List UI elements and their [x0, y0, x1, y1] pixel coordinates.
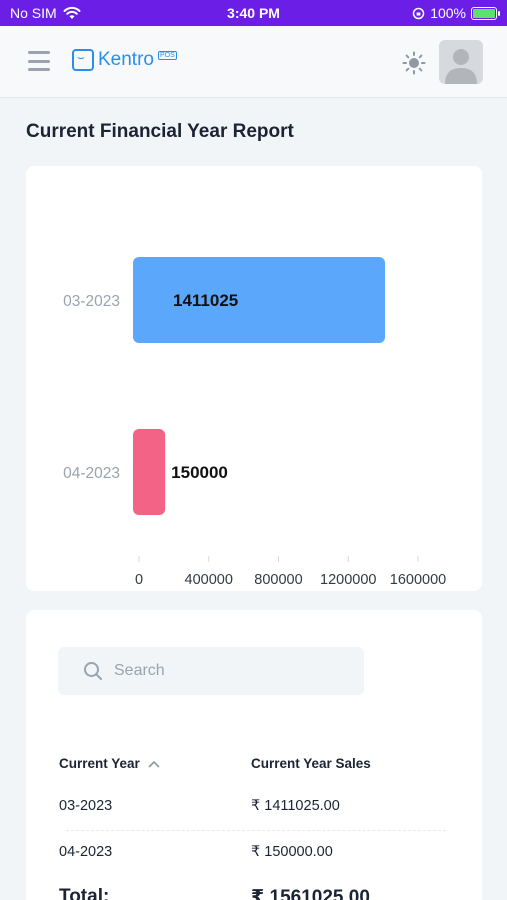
x-axis-tick-label: 400000 [185, 572, 233, 588]
y-axis-category-label: 03-2023 [63, 293, 120, 310]
battery-icon [471, 6, 500, 20]
bar-data-label: 150000 [171, 463, 228, 482]
brand-tag: POS [157, 50, 177, 60]
status-bar: No SIM 3:40 PM 100% [0, 0, 507, 26]
user-avatar[interactable] [439, 40, 483, 84]
bar [133, 257, 386, 343]
sales-table-card: Current Year Current Year Sales 03-2023 … [26, 610, 482, 900]
bar-data-label: 1411025 [173, 291, 238, 310]
user-silhouette-icon [445, 49, 477, 84]
orientation-lock-icon [412, 7, 425, 19]
x-axis-tick-label: 1600000 [390, 572, 446, 588]
x-axis-tick-label: 800000 [254, 572, 302, 588]
column-header-current-year[interactable]: Current Year [59, 756, 160, 771]
app-header: Kentro POS [0, 26, 507, 98]
status-right: 100% [412, 5, 500, 21]
theme-toggle-sun-icon[interactable] [402, 51, 426, 75]
search-box[interactable] [58, 647, 364, 695]
table-cell-year: 04-2023 [59, 844, 113, 860]
table-cell-year: 03-2023 [59, 798, 113, 814]
sales-bar-chart: 0 400000 800000 1200000 1600000 03-2023 141102… [63, 257, 446, 588]
bar [133, 429, 166, 515]
search-icon [84, 662, 102, 680]
row-divider [66, 830, 446, 831]
brand-name: Kentro [98, 49, 154, 70]
search-input[interactable] [114, 658, 354, 684]
x-axis-tick-label: 0 [135, 572, 143, 588]
total-value: ₹ 1561025.00 [251, 887, 370, 900]
column-header-label: Current Year [59, 756, 140, 771]
brand-logo-icon [72, 49, 94, 71]
sales-chart-card: 0 400000 800000 1200000 1600000 03-2023 141102… [26, 166, 482, 591]
sort-ascending-icon[interactable] [148, 760, 160, 768]
column-header-current-year-sales[interactable]: Current Year Sales [251, 756, 371, 771]
battery-percent: 100% [430, 5, 466, 21]
menu-icon[interactable] [28, 51, 50, 71]
page-title: Current Financial Year Report [26, 121, 294, 142]
total-label: Total: [59, 886, 110, 900]
table-cell-sales: ₹ 1411025.00 [251, 798, 340, 814]
x-axis-tick-label: 1200000 [320, 572, 376, 588]
y-axis-category-label: 04-2023 [63, 465, 120, 482]
table-cell-sales: ₹ 150000.00 [251, 844, 333, 860]
brand-logo: Kentro POS [72, 49, 177, 71]
